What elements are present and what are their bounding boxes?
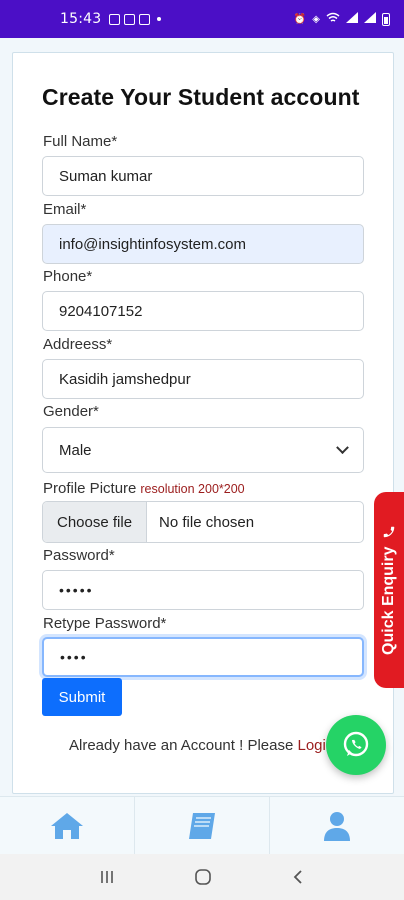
retype-password-label: Retype Password* [43,615,167,632]
recent-apps-icon[interactable] [99,869,115,885]
whatsapp-button[interactable] [326,715,386,775]
wifi-icon [326,12,340,26]
email-value: info@insightinfosystem.com [59,235,246,253]
full-name-label: Full Name* [43,133,118,150]
alarm-icon: ⏰ [293,13,307,25]
login-prompt-text: Already have an Account ! Please [69,737,298,754]
tab-courses[interactable] [135,797,270,854]
choose-file-button[interactable]: Choose file [43,502,148,542]
status-right-icons: ⏰ ◈ [294,12,390,26]
gender-select[interactable]: Male [42,427,364,473]
tab-home[interactable] [0,797,135,854]
password-value: ••••• [59,582,94,598]
password-label: Password* [43,547,115,564]
bottom-tab-bar [0,796,404,854]
email-label: Email* [43,201,87,218]
phone-input[interactable]: 9204107152 [42,291,364,331]
status-left-icons [109,13,162,25]
retype-password-value: •••• [60,649,88,665]
vibrate-icon: ◈ [312,13,320,25]
book-icon [189,812,215,839]
signal-icon [364,12,376,26]
home-icon [51,812,83,839]
quick-enquiry-label: Quick Enquiry [380,525,398,655]
profile-picture-file-input[interactable]: Choose file No file chosen [42,501,364,543]
submit-button[interactable]: Submit [42,678,122,716]
tab-profile[interactable] [270,797,404,854]
profile-picture-label-text: Profile Picture [43,480,137,497]
status-time: 15:43 [60,11,102,27]
chevron-down-icon [336,440,349,454]
notification-dot-icon [157,17,162,21]
address-input[interactable]: Kasidih jamshedpur [42,359,364,399]
user-icon [324,811,350,841]
profile-picture-label: Profile Picture resolution 200*200 [43,480,245,497]
back-icon[interactable] [291,869,305,885]
phone-label: Phone* [43,268,93,285]
camera-icon [124,13,136,25]
address-label: Addreess* [43,336,113,353]
home-nav-icon[interactable] [194,868,212,886]
signal-icon [346,12,358,26]
login-link[interactable]: Logi [297,737,325,754]
gallery-icon [139,13,151,25]
login-prompt: Already have an Account ! Please Logi [69,737,326,754]
system-nav-bar [0,854,404,900]
quick-enquiry-text: Quick Enquiry [380,546,397,655]
resolution-note: resolution 200*200 [140,482,245,496]
file-status: No file chosen [159,513,255,531]
gender-label: Gender* [43,403,99,420]
phone-icon [383,526,395,538]
image-icon [109,13,121,25]
address-value: Kasidih jamshedpur [59,370,191,388]
battery-icon [382,12,390,26]
password-input[interactable]: ••••• [42,570,364,610]
status-bar: 15:43 ⏰ ◈ [0,0,404,38]
retype-password-input[interactable]: •••• [42,637,364,677]
whatsapp-icon [343,731,369,757]
full-name-input[interactable]: Suman kumar [42,156,364,196]
page-title: Create Your Student account [42,84,360,110]
phone-value: 9204107152 [59,302,143,320]
full-name-value: Suman kumar [59,167,153,185]
quick-enquiry-tab[interactable]: Quick Enquiry [374,492,404,688]
email-input[interactable]: info@insightinfosystem.com [42,224,364,264]
gender-value: Male [59,441,92,459]
